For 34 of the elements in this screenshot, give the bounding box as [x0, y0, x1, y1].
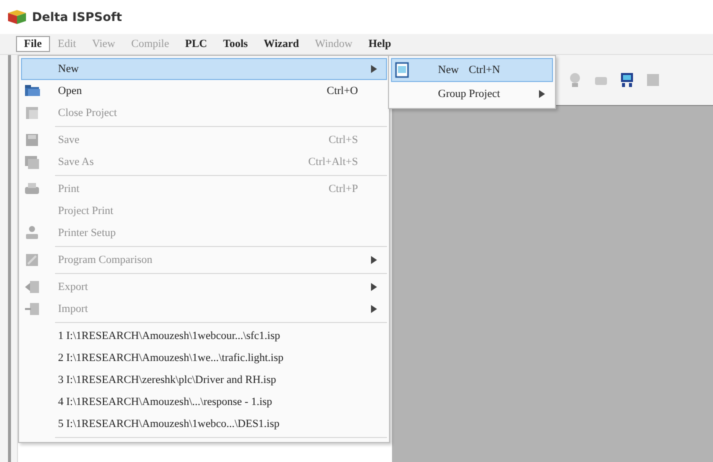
- menu-item-icon: [24, 83, 40, 99]
- menu-item-icon: [24, 301, 40, 317]
- menu-bar-item[interactable]: Help: [360, 36, 400, 52]
- menu-item-icon: [24, 154, 40, 170]
- submenu-arrow-icon: [539, 90, 545, 98]
- menu-bar-item[interactable]: Wizard: [256, 36, 308, 52]
- submenu-arrow-icon: [371, 65, 377, 73]
- app-logo-icon: [8, 10, 26, 24]
- submenu-item[interactable]: New Ctrl+N: [391, 58, 553, 82]
- menu-item-icon: [24, 279, 40, 295]
- submenu-item[interactable]: Group Project: [391, 82, 553, 106]
- menu-item[interactable]: Open Ctrl+O: [21, 80, 387, 102]
- submenu-arrow-icon: [371, 256, 377, 264]
- menu-item[interactable]: 2 I:\1RESEARCH\Amouzesh\1we...\trafic.light.isp: [21, 347, 387, 369]
- new-document-icon: [394, 62, 410, 78]
- menu-item-icon: [24, 225, 40, 241]
- window-title: Delta ISPSoft: [32, 10, 122, 24]
- menu-item-icon: [24, 105, 40, 121]
- menu-item[interactable]: 1 I:\1RESEARCH\Amouzesh\1webcour...\sfc1.isp: [21, 325, 387, 347]
- menu-bar-item[interactable]: File: [16, 36, 50, 52]
- submenu-arrow-icon: [371, 283, 377, 291]
- submenu-arrow-icon: [371, 305, 377, 313]
- toolbar-icon[interactable]: [645, 72, 661, 88]
- menu-item-icon: [24, 252, 40, 268]
- toolbar-icon[interactable]: [567, 72, 583, 88]
- menu-bar-item[interactable]: PLC: [177, 36, 216, 52]
- computer-icon[interactable]: [619, 72, 635, 88]
- menu-item-icon: [24, 181, 40, 197]
- menu-item-icon: [24, 132, 40, 148]
- menu-item[interactable]: New: [21, 58, 387, 80]
- menu-bar-item[interactable]: Tools: [215, 36, 256, 52]
- menu-item[interactable]: 5 I:\1RESEARCH\Amouzesh\1webco...\DES1.isp: [21, 413, 387, 435]
- menu-item[interactable]: 4 I:\1RESEARCH\Amouzesh\...\response - 1.isp: [21, 391, 387, 413]
- menu-item[interactable]: 3 I:\1RESEARCH\zereshk\plc\Driver and RH.isp: [21, 369, 387, 391]
